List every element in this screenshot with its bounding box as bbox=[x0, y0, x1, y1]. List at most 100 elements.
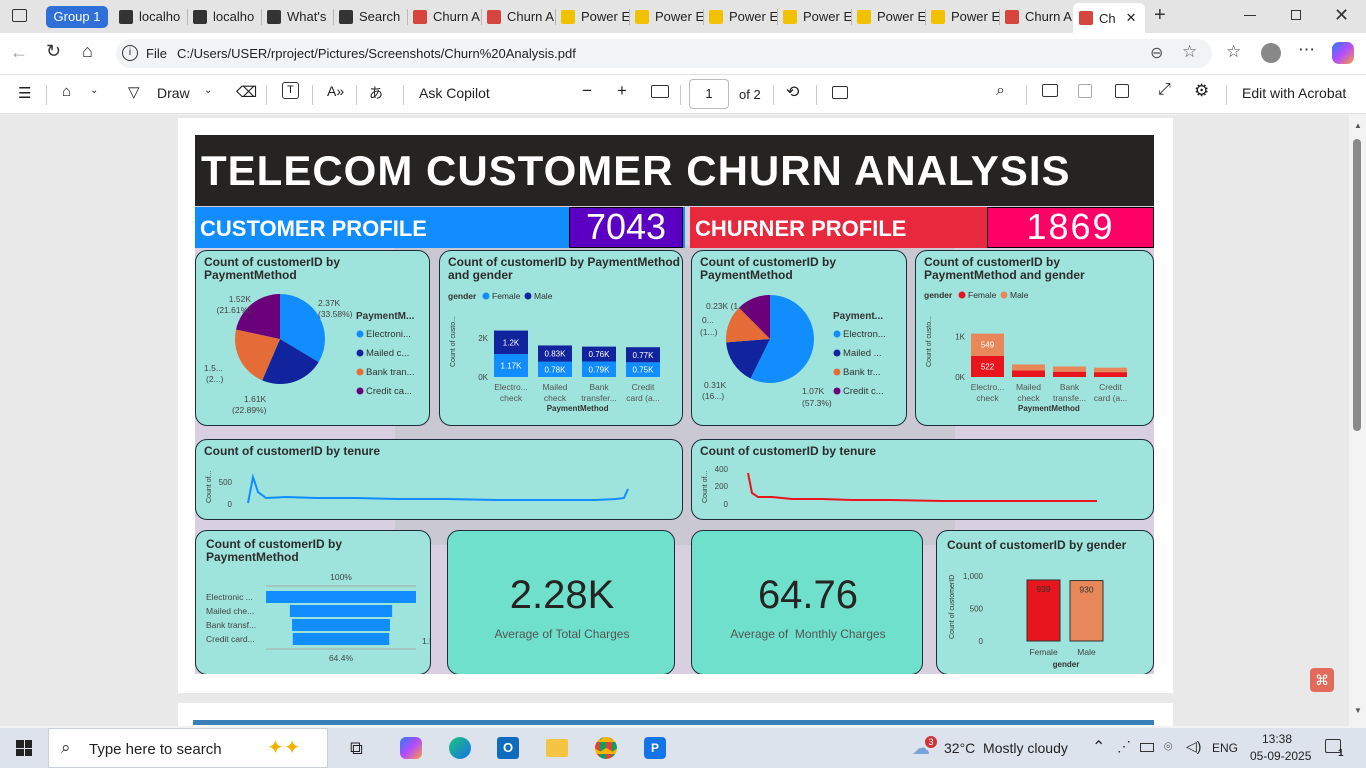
browser-tab[interactable]: Churn A bbox=[481, 4, 555, 29]
pie-payment-card[interactable]: Count of customerID by PaymentMethod Pay… bbox=[195, 250, 430, 426]
home-icon[interactable]: ⌂ bbox=[82, 41, 93, 62]
browser-tab[interactable]: Churn A bbox=[999, 4, 1073, 29]
more-menu-icon[interactable]: ⋯ bbox=[1298, 40, 1315, 60]
notification-count: 1 bbox=[1338, 748, 1344, 759]
browser-tab[interactable]: Power E bbox=[555, 4, 629, 29]
windows-start-icon[interactable] bbox=[16, 740, 32, 756]
churner-bar-payment-gender-card[interactable]: Count of customerID by PaymentMethod and… bbox=[915, 250, 1154, 426]
line-chart: Count of... 500 0 bbox=[206, 471, 629, 509]
draw-button[interactable]: Draw bbox=[157, 85, 190, 101]
translate-icon[interactable]: あ bbox=[369, 83, 383, 103]
browser-tab[interactable]: Power E bbox=[777, 4, 851, 29]
pdf-viewer[interactable]: TELECOM CUSTOMER CHURN ANALYSIS CUSTOMER… bbox=[0, 115, 1366, 726]
legend-marker bbox=[356, 330, 364, 338]
favorites-icon[interactable]: ☆ bbox=[1226, 42, 1241, 62]
total-charges-kpi-card[interactable]: 2.28K Average of Total Charges bbox=[447, 530, 675, 674]
print-icon[interactable] bbox=[1042, 84, 1058, 97]
rotate-icon[interactable]: ⟲ bbox=[786, 82, 799, 102]
zoom-icon[interactable]: ⊖ bbox=[1150, 43, 1163, 63]
tab-group-chip[interactable]: Group 1 bbox=[46, 6, 108, 28]
url-text[interactable]: C:/Users/USER/rproject/Pictures/Screensh… bbox=[177, 46, 576, 61]
info-icon: i bbox=[122, 45, 138, 61]
highlight-chevron-icon[interactable]: ⌄ bbox=[90, 85, 98, 96]
weather-text[interactable]: 32°C Mostly cloudy bbox=[944, 740, 1068, 756]
erase-icon[interactable]: ⌫ bbox=[236, 83, 257, 101]
profile-avatar[interactable] bbox=[1261, 43, 1281, 63]
page-number-input[interactable]: 1 bbox=[689, 79, 729, 109]
draw-icon[interactable]: ▽ bbox=[128, 83, 140, 101]
pie-chart: PaymentM... Electroni... Mailed c... Bank t… bbox=[204, 294, 415, 415]
camera-icon[interactable]: ⌾ bbox=[1164, 738, 1172, 755]
save-icon[interactable] bbox=[1078, 84, 1092, 98]
network-icon[interactable]: ⋰ bbox=[1117, 738, 1131, 755]
highlight-icon[interactable]: ⌂ bbox=[62, 83, 71, 100]
language-indicator[interactable]: ENG bbox=[1212, 741, 1238, 755]
scroll-thumb[interactable] bbox=[1353, 139, 1361, 431]
y-axis-label: Count of... bbox=[206, 471, 213, 503]
scrollbar[interactable]: ▲ ▼ bbox=[1349, 115, 1366, 726]
close-tab-icon[interactable]: ✕ bbox=[1126, 10, 1137, 26]
chrome-icon[interactable] bbox=[595, 737, 617, 759]
browser-tab[interactable]: Power E bbox=[629, 4, 703, 29]
browser-tab[interactable]: Churn A bbox=[407, 4, 481, 29]
funnel-payment-card[interactable]: Count of customerID by PaymentMethod 100… bbox=[195, 530, 431, 674]
browser-tab[interactable]: localho bbox=[113, 4, 187, 29]
fullscreen-icon[interactable]: ⤢ bbox=[1158, 81, 1171, 99]
save-as-icon[interactable] bbox=[1115, 84, 1129, 98]
taskbar-search-box[interactable]: ⌕ Type here to search ✦✦ bbox=[48, 728, 328, 768]
battery-icon[interactable] bbox=[1140, 743, 1154, 752]
draw-chevron-icon[interactable]: ⌄ bbox=[204, 85, 212, 96]
contents-icon[interactable]: ☰ bbox=[18, 84, 31, 102]
settings-gear-icon[interactable]: ⚙ bbox=[1194, 81, 1209, 101]
scroll-down-icon[interactable]: ▼ bbox=[1354, 706, 1362, 715]
close-window-button[interactable]: ✕ bbox=[1334, 5, 1349, 26]
data-label: (2...) bbox=[206, 374, 224, 384]
copilot-taskbar-icon[interactable] bbox=[400, 737, 422, 759]
acrobat-floating-icon[interactable]: ⌘ bbox=[1310, 668, 1334, 692]
bar-chart: Count of customerID 1,000 500 0 939 Female 930… bbox=[949, 572, 1104, 669]
browser-tab[interactable]: Power E bbox=[925, 4, 999, 29]
file-explorer-icon[interactable] bbox=[546, 739, 568, 757]
read-aloud-icon[interactable]: A» bbox=[327, 83, 344, 99]
tenure-line-card[interactable]: Count of customerID by tenure Count of..… bbox=[195, 439, 683, 520]
bar-payment-gender-card[interactable]: Count of customerID by PaymentMethod and… bbox=[439, 250, 683, 426]
monthly-charges-kpi-card[interactable]: 64.76 Average of Monthly Charges bbox=[691, 530, 923, 674]
tray-chevron-icon[interactable]: ⌃ bbox=[1092, 737, 1105, 757]
zoom-out-button[interactable]: − bbox=[582, 81, 592, 101]
outlook-icon[interactable]: O bbox=[497, 737, 519, 759]
churner-pie-payment-card[interactable]: Count of customerID by PaymentMethod Pay… bbox=[691, 250, 907, 426]
restore-button[interactable] bbox=[1291, 10, 1301, 20]
page-view-icon[interactable] bbox=[832, 86, 848, 99]
browser-tab[interactable]: Ch ✕ bbox=[1073, 3, 1145, 33]
gender-bar-card[interactable]: Count of customerID by gender Count of c… bbox=[936, 530, 1154, 674]
clock-time[interactable]: 13:38 bbox=[1262, 732, 1292, 746]
edit-with-acrobat-button[interactable]: Edit with Acrobat bbox=[1242, 85, 1346, 101]
search-icon[interactable]: ⌕ bbox=[996, 82, 1005, 100]
churner-tenure-line-card[interactable]: Count of customerID by tenure Count of..… bbox=[691, 439, 1154, 520]
category-label: Electro... bbox=[494, 382, 528, 392]
minimize-button[interactable] bbox=[1244, 15, 1256, 16]
clock-date[interactable]: 05-09-2025 bbox=[1250, 749, 1311, 763]
volume-icon[interactable]: ◁) bbox=[1186, 738, 1201, 755]
url-box[interactable]: i File C:/Users/USER/rproject/Pictures/S… bbox=[116, 39, 1212, 68]
app-icon[interactable]: P bbox=[644, 737, 666, 759]
search-icon: ⌕ bbox=[61, 738, 71, 757]
browser-tab[interactable]: Search bbox=[333, 4, 407, 29]
new-tab-button[interactable]: + bbox=[1154, 4, 1166, 27]
scroll-up-icon[interactable]: ▲ bbox=[1354, 121, 1362, 130]
favorite-star-icon[interactable]: ☆ bbox=[1182, 42, 1197, 62]
tab-actions-icon[interactable] bbox=[12, 9, 27, 22]
refresh-button[interactable]: ↻ bbox=[46, 41, 61, 62]
browser-tab[interactable]: Power E bbox=[703, 4, 777, 29]
zoom-in-button[interactable]: + bbox=[617, 81, 627, 101]
text-box-icon[interactable]: T bbox=[282, 82, 299, 99]
fit-width-icon[interactable] bbox=[651, 85, 669, 98]
back-button[interactable]: ← bbox=[10, 42, 28, 63]
copilot-icon[interactable] bbox=[1332, 42, 1354, 64]
browser-tab[interactable]: localho bbox=[187, 4, 261, 29]
ask-copilot-button[interactable]: Ask Copilot bbox=[419, 85, 490, 101]
edge-icon[interactable] bbox=[449, 737, 471, 759]
task-view-icon[interactable]: ⧉ bbox=[350, 738, 363, 759]
browser-tab[interactable]: Power E bbox=[851, 4, 925, 29]
browser-tab[interactable]: What's bbox=[261, 4, 333, 29]
